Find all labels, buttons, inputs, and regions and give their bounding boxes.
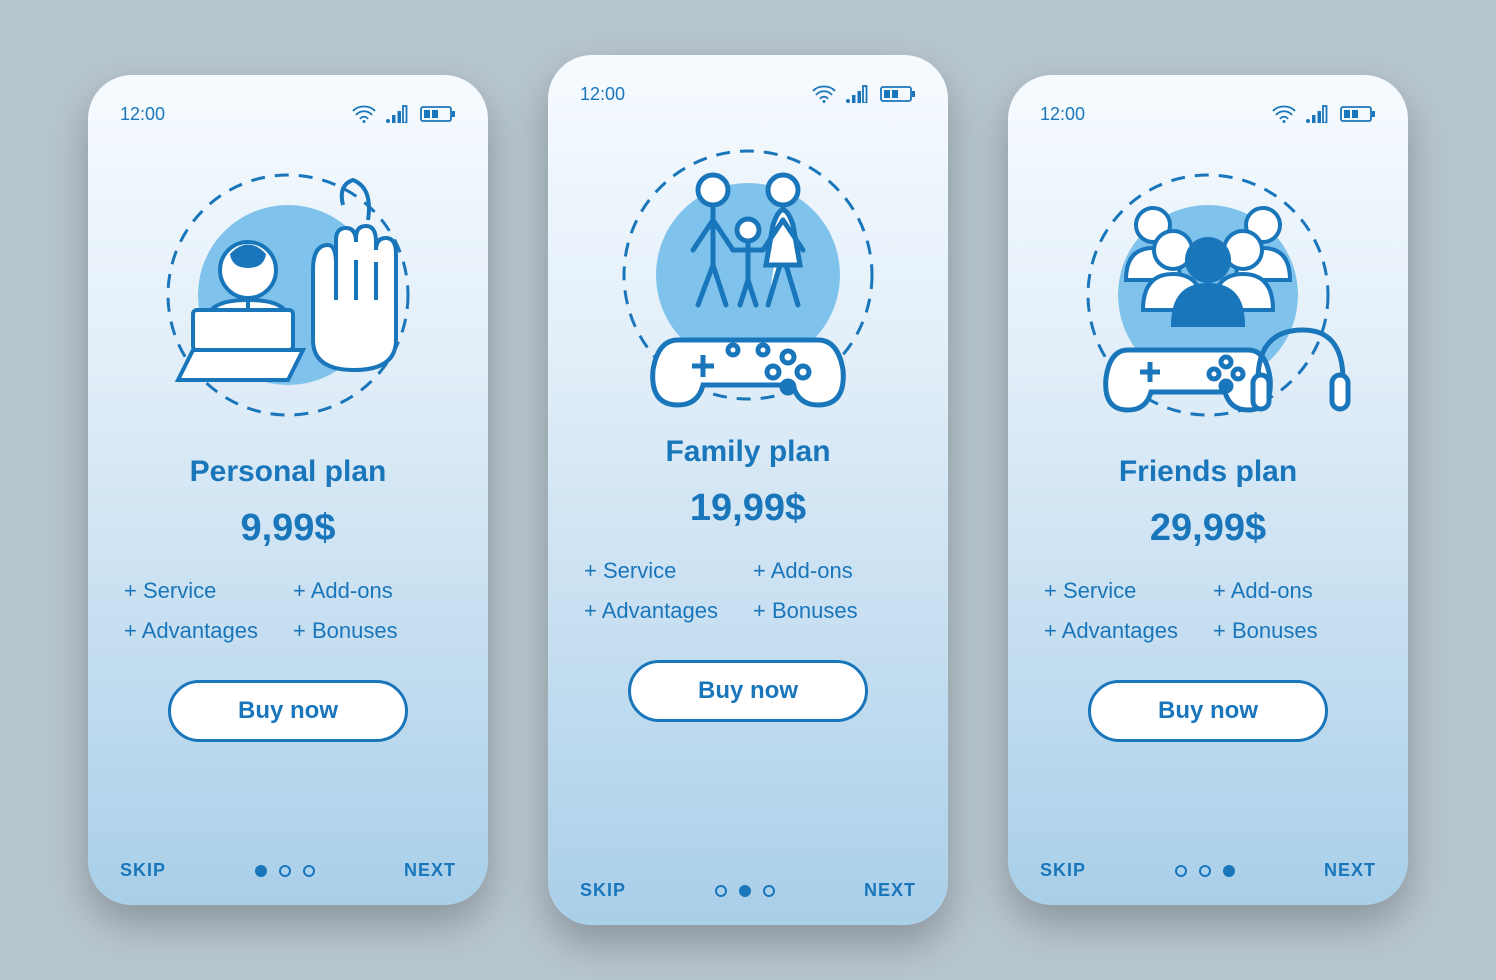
nav-row: SKIP NEXT [1040, 860, 1376, 881]
dot-2[interactable] [1199, 865, 1211, 877]
feature-item: + Advantages [1044, 618, 1203, 644]
page-dots [255, 865, 315, 877]
dot-1[interactable] [1175, 865, 1187, 877]
feature-list: + Service + Add-ons + Advantages + Bonus… [580, 558, 916, 624]
nav-row: SKIP NEXT [120, 860, 456, 881]
feature-list: + Service + Add-ons + Advantages + Bonus… [120, 578, 456, 644]
dot-3[interactable] [303, 865, 315, 877]
feature-list: + Service + Add-ons + Advantages + Bonus… [1040, 578, 1376, 644]
feature-item: + Advantages [124, 618, 283, 644]
battery-icon [880, 85, 916, 103]
skip-button[interactable]: SKIP [120, 860, 166, 881]
signal-icon [386, 105, 410, 123]
buy-now-button[interactable]: Buy now [168, 680, 408, 742]
next-button[interactable]: NEXT [1324, 860, 1376, 881]
plan-title: Personal plan [120, 455, 456, 489]
plan-price: 19,99$ [580, 487, 916, 530]
buy-now-button[interactable]: Buy now [1088, 680, 1328, 742]
phone-friends: 12:00 [1008, 75, 1408, 905]
status-bar: 12:00 [120, 103, 456, 125]
status-bar: 12:00 [580, 83, 916, 105]
status-time: 12:00 [120, 104, 165, 125]
status-icons [812, 85, 916, 103]
wifi-icon [1272, 105, 1296, 123]
feature-item: + Service [1044, 578, 1203, 604]
personal-icon [120, 145, 456, 445]
skip-button[interactable]: SKIP [1040, 860, 1086, 881]
buy-now-button[interactable]: Buy now [628, 660, 868, 722]
friends-icon [1040, 145, 1376, 445]
feature-item: + Add-ons [753, 558, 912, 584]
phone-family: 12:00 [548, 55, 948, 925]
status-icons [352, 105, 456, 123]
wifi-icon [812, 85, 836, 103]
battery-icon [1340, 105, 1376, 123]
wifi-icon [352, 105, 376, 123]
dot-3[interactable] [763, 885, 775, 897]
plan-title: Friends plan [1040, 455, 1376, 489]
feature-item: + Service [124, 578, 283, 604]
dot-2[interactable] [279, 865, 291, 877]
signal-icon [846, 85, 870, 103]
next-button[interactable]: NEXT [404, 860, 456, 881]
status-time: 12:00 [1040, 104, 1085, 125]
next-button[interactable]: NEXT [864, 880, 916, 901]
feature-item: + Bonuses [753, 598, 912, 624]
status-bar: 12:00 [1040, 103, 1376, 125]
status-icons [1272, 105, 1376, 123]
feature-item: + Advantages [584, 598, 743, 624]
dot-1[interactable] [255, 865, 267, 877]
dot-2[interactable] [739, 885, 751, 897]
feature-item: + Add-ons [293, 578, 452, 604]
nav-row: SKIP NEXT [580, 880, 916, 901]
page-dots [1175, 865, 1235, 877]
battery-icon [420, 105, 456, 123]
feature-item: + Bonuses [293, 618, 452, 644]
feature-item: + Add-ons [1213, 578, 1372, 604]
dot-3[interactable] [1223, 865, 1235, 877]
signal-icon [1306, 105, 1330, 123]
plan-price: 29,99$ [1040, 507, 1376, 550]
phone-personal: 12:00 [88, 75, 488, 905]
feature-item: + Service [584, 558, 743, 584]
dot-1[interactable] [715, 885, 727, 897]
status-time: 12:00 [580, 84, 625, 105]
skip-button[interactable]: SKIP [580, 880, 626, 901]
plan-title: Family plan [580, 435, 916, 469]
feature-item: + Bonuses [1213, 618, 1372, 644]
page-dots [715, 885, 775, 897]
family-icon [580, 125, 916, 425]
plan-price: 9,99$ [120, 507, 456, 550]
